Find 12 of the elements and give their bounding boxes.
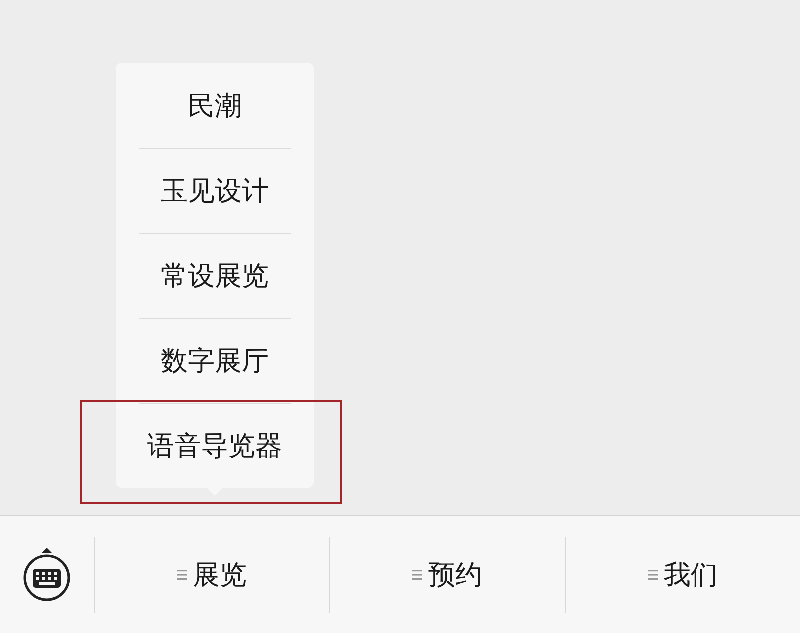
menu-tab[interactable]: 我们 — [564, 536, 800, 612]
menu-item[interactable]: 语音导览器 — [148, 428, 282, 464]
keyboard-icon — [22, 546, 72, 602]
menu-item[interactable]: 民潮 — [188, 88, 242, 124]
menu-item[interactable]: 玉见设计 — [161, 172, 269, 208]
menu-icon — [177, 568, 188, 580]
menu-tab[interactable]: 展览 — [95, 536, 330, 612]
menu-icon — [648, 568, 658, 580]
menu-item[interactable]: 数字展厅 — [161, 342, 269, 378]
menu-tab[interactable]: 预约 — [329, 536, 565, 612]
menu-icon — [412, 568, 422, 580]
menu-item[interactable]: 常设展览 — [161, 258, 269, 294]
